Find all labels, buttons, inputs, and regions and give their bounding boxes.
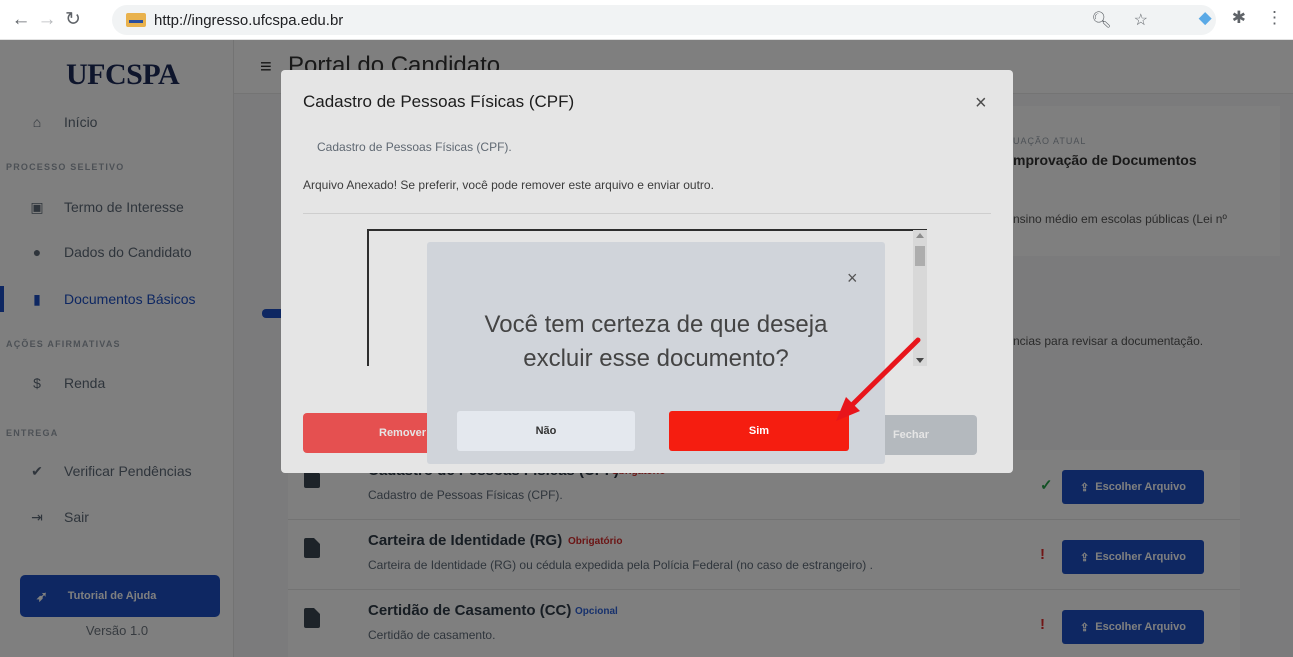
annotation-arrow-icon	[836, 337, 921, 421]
